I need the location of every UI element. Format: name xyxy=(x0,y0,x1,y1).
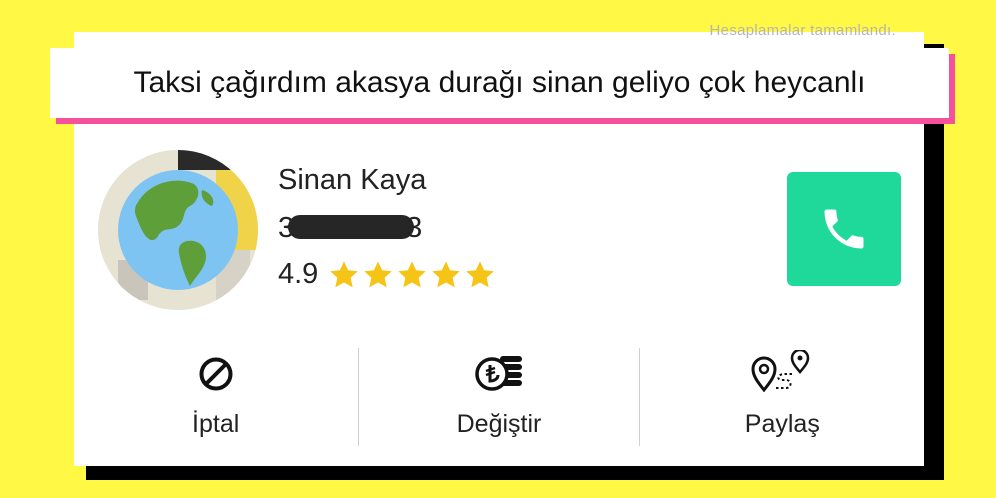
change-label: Değiştir xyxy=(456,410,542,438)
action-bar: İptal Değiştir Paylaş xyxy=(74,348,924,448)
plate-end: 3 xyxy=(406,212,423,244)
rating-stars xyxy=(328,259,496,291)
rating-value: 4.9 xyxy=(278,258,319,290)
cancel-label: İptal xyxy=(192,410,240,438)
driver-avatar xyxy=(98,150,258,310)
star-icon xyxy=(432,260,461,287)
lira-coins-icon xyxy=(475,356,522,391)
prohibited-icon xyxy=(199,357,233,391)
share-button[interactable]: Paylaş xyxy=(641,348,924,448)
driver-rating: 4.9 xyxy=(278,258,496,291)
change-button[interactable]: Değiştir xyxy=(357,348,640,448)
star-icon xyxy=(364,260,393,287)
globe-icon xyxy=(98,150,258,310)
star-icon xyxy=(330,260,359,287)
route-pins-icon xyxy=(751,350,810,392)
call-driver-button[interactable] xyxy=(787,172,901,286)
cancel-button[interactable]: İptal xyxy=(74,348,357,448)
meme-caption: Taksi çağırdım akasya durağı sinan geliy… xyxy=(50,48,949,118)
star-icon xyxy=(466,260,495,287)
license-plate: 33 xyxy=(278,212,422,245)
driver-name: Sinan Kaya xyxy=(278,164,427,196)
star-icon xyxy=(398,260,427,287)
phone-icon xyxy=(824,209,864,249)
faded-status-text: Hesaplamalar tamamlandı. xyxy=(709,22,896,39)
plate-redaction xyxy=(288,215,415,239)
share-label: Paylaş xyxy=(744,410,820,438)
